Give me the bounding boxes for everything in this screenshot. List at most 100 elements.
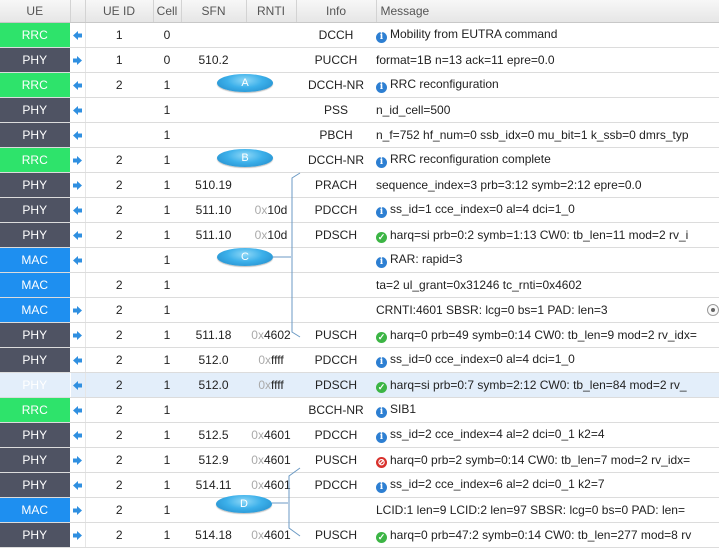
message-text: ss_id=2 cce_index=6 al=2 dci=0_1 k2=7 <box>390 477 605 491</box>
rnti-cell <box>246 247 296 273</box>
cell-cell: 1 <box>153 422 181 448</box>
rnti-prefix: 0x <box>258 378 271 392</box>
info-cell: DCCH-NR <box>296 147 376 173</box>
rnti-cell: 0x4601 <box>246 522 296 548</box>
sfn-cell <box>181 297 246 323</box>
layer-badge: PHY <box>0 47 71 73</box>
rnti-cell <box>246 72 296 98</box>
layer-badge: RRC <box>0 147 71 173</box>
info-cell: PSS <box>296 97 376 123</box>
table-row[interactable]: PHY 1 0 510.2 PUCCH format=1B n=13 ack=11 epr… <box>0 47 719 73</box>
cell-cell: 0 <box>153 47 181 73</box>
table-row[interactable]: PHY 2 1 514.11 0x4601 PDCCH i ss_id=2 cce_index… <box>0 472 719 498</box>
rnti-prefix: 0x <box>251 453 264 467</box>
col-header-message[interactable]: Message <box>376 0 719 23</box>
table-row[interactable]: PHY 2 1 511.18 0x4602 PUSCH ✓ harq=0 prb=49 sym… <box>0 322 719 348</box>
cell-cell: 1 <box>153 447 181 473</box>
col-header-rnti[interactable]: RNTI <box>246 0 297 23</box>
cell-cell: 1 <box>153 222 181 248</box>
check-icon: ✓ <box>376 331 387 343</box>
arrow-left-icon <box>70 347 86 373</box>
table-row[interactable]: RRC 2 1 DCCH-NR i RRC reconfiguration complet… <box>0 147 719 173</box>
message-cell: n_id_cell=500 <box>376 97 719 123</box>
arrow-right-icon <box>70 297 86 323</box>
table-row[interactable]: PHY 2 1 510.19 PRACH sequence_index=3 prb=3:1… <box>0 172 719 198</box>
layer-badge: PHY <box>0 422 71 448</box>
cell-cell: 1 <box>153 97 181 123</box>
rnti-value: ffff <box>271 378 284 392</box>
col-header-ue[interactable]: UE <box>0 0 71 23</box>
ue-id-cell: 2 <box>85 422 153 448</box>
col-header-direction[interactable] <box>70 0 86 23</box>
table-row[interactable]: PHY 2 1 511.10 0x10d PDCCH i ss_id=1 cce_index=… <box>0 197 719 223</box>
sfn-cell <box>181 122 246 148</box>
col-header-sfn[interactable]: SFN <box>181 0 247 23</box>
table-row[interactable]: PHY 2 1 511.10 0x10d PDSCH ✓ harq=si prb=0:2 sy… <box>0 222 719 248</box>
check-icon: ✓ <box>376 381 387 393</box>
sfn-cell: 512.0 <box>181 372 246 398</box>
col-header-ue-id[interactable]: UE ID <box>85 0 154 23</box>
direction-cell <box>70 272 86 298</box>
scrollbar-handle[interactable] <box>707 304 719 316</box>
sfn-cell: 514.18 <box>181 522 246 548</box>
table-row[interactable]: PHY 1 PBCH n_f=752 hf_num=0 ssb_idx=0 mu_bi… <box>0 122 719 148</box>
table-row[interactable]: MAC 2 1 LCID:1 len=9 LCID:2 len=97 SBSR: lc… <box>0 497 719 523</box>
cell-cell: 1 <box>153 322 181 348</box>
table-row[interactable]: RRC 2 1 BCCH-NR i SIB1 <box>0 397 719 423</box>
ue-id-cell: 2 <box>85 447 153 473</box>
rnti-cell: 0x10d <box>246 222 296 248</box>
info-cell: PDCCH <box>296 197 376 223</box>
message-text: ss_id=0 cce_index=0 al=4 dci=1_0 <box>390 352 575 366</box>
table-row[interactable]: PHY 2 1 512.9 0x4601 PUSCH ⊘ harq=0 prb=2 symb=… <box>0 447 719 473</box>
arrow-left-icon <box>70 122 86 148</box>
info-cell: PRACH <box>296 172 376 198</box>
ue-id-cell: 2 <box>85 472 153 498</box>
table-row[interactable]: RRC 1 0 DCCH i Mobility from EUTRA command <box>0 22 719 48</box>
table-row[interactable]: PHY 2 1 512.0 0xffff PDCCH i ss_id=0 cce_index=… <box>0 347 719 373</box>
table-row[interactable]: PHY 2 1 512.0 0xffff PDSCH ✓ harq=si prb=0:7 sy… <box>0 372 719 398</box>
sfn-cell: 510.19 <box>181 172 246 198</box>
layer-badge: PHY <box>0 522 71 548</box>
cell-cell: 1 <box>153 297 181 323</box>
ue-id-cell: 2 <box>85 347 153 373</box>
arrow-left-icon <box>70 372 86 398</box>
table-row[interactable]: MAC 2 1 CRNTI:4601 SBSR: lcg=0 bs=1 PAD: le… <box>0 297 719 323</box>
rnti-prefix: 0x <box>254 228 268 242</box>
message-text: ta=2 ul_grant=0x31246 tc_rnti=0x4602 <box>376 278 582 292</box>
ue-id-cell: 2 <box>85 147 153 173</box>
sfn-cell <box>181 72 246 98</box>
ue-id-cell <box>85 247 153 273</box>
ue-id-cell: 2 <box>85 72 153 98</box>
info-cell <box>296 247 376 273</box>
check-icon: ✓ <box>376 231 387 243</box>
message-cell: i RAR: rapid=3 <box>376 247 719 273</box>
table-row[interactable]: MAC 1 i RAR: rapid=3 <box>0 247 719 273</box>
message-text: CRNTI:4601 SBSR: lcg=0 bs=1 PAD: len=3 <box>376 303 608 317</box>
cell-cell: 1 <box>153 197 181 223</box>
ue-id-cell: 1 <box>85 47 153 73</box>
cell-cell: 1 <box>153 397 181 423</box>
ue-id-cell: 2 <box>85 197 153 223</box>
arrow-left-icon <box>70 222 86 248</box>
table-row[interactable]: PHY 2 1 512.5 0x4601 PDCCH i ss_id=2 cce_index=… <box>0 422 719 448</box>
rnti-value: ffff <box>271 353 284 367</box>
message-cell: i ss_id=2 cce_index=4 al=2 dci=0_1 k2=4 <box>376 422 719 448</box>
table-row[interactable]: MAC 2 1 ta=2 ul_grant=0x31246 tc_rnti=0x460… <box>0 272 719 298</box>
table-row[interactable]: PHY 2 1 514.18 0x4601 PUSCH ✓ harq=0 prb=47:2 s… <box>0 522 719 548</box>
col-header-cell[interactable]: Cell <box>153 0 182 23</box>
col-header-info[interactable]: Info <box>296 0 377 23</box>
info-cell: PDCCH <box>296 472 376 498</box>
message-text: sequence_index=3 prb=3:12 symb=2:12 epre… <box>376 178 642 192</box>
sfn-cell: 510.2 <box>181 47 246 73</box>
layer-badge: PHY <box>0 172 71 198</box>
table-row[interactable]: PHY 1 PSS n_id_cell=500 <box>0 97 719 123</box>
message-text: n_f=752 hf_num=0 ssb_idx=0 mu_bit=1 k_ss… <box>376 128 689 142</box>
info-icon: i <box>376 482 387 493</box>
message-cell: n_f=752 hf_num=0 ssb_idx=0 mu_bit=1 k_ss… <box>376 122 719 148</box>
ue-id-cell: 2 <box>85 172 153 198</box>
sfn-cell: 512.5 <box>181 422 246 448</box>
message-cell: i SIB1 <box>376 397 719 423</box>
table-row[interactable]: RRC 2 1 DCCH-NR i RRC reconfiguration <box>0 72 719 98</box>
message-text: Mobility from EUTRA command <box>390 27 558 41</box>
rnti-cell: 0x4601 <box>246 472 296 498</box>
